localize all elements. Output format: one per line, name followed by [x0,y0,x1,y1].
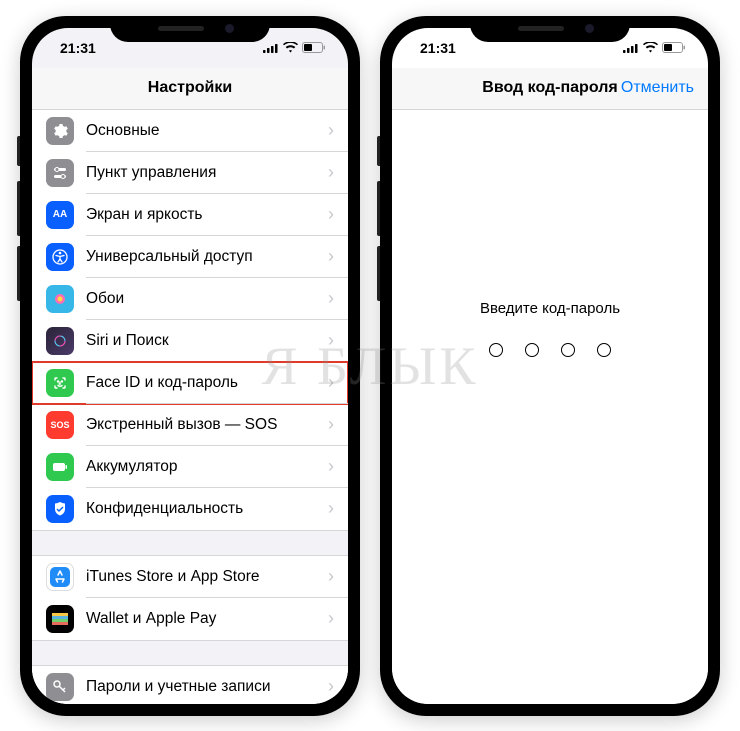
battery-icon [662,40,686,56]
row-label: Face ID и код-пароль [86,374,328,392]
settings-group-1: Основные › Пункт управления › AA Экран и… [32,110,348,531]
status-icons [263,40,326,56]
status-time: 21:31 [420,40,456,56]
row-battery[interactable]: Аккумулятор › [32,446,348,488]
chevron-right-icon: › [328,414,334,435]
row-faceid[interactable]: Face ID и код-пароль › [32,362,348,404]
chevron-right-icon: › [328,330,334,351]
row-general[interactable]: Основные › [32,110,348,152]
screen-right: 21:31 Ввод код-пароля Отменить Введите к… [392,28,708,704]
notch [470,16,630,42]
gear-icon [46,117,74,145]
sos-icon: SOS [46,411,74,439]
key-icon [46,673,74,701]
accessibility-icon [46,243,74,271]
passcode-content: Ввод код-пароля Отменить Введите код-пар… [392,68,708,704]
nav-header-settings: Настройки [32,68,348,110]
passcode-prompt: Введите код-пароль [392,300,708,317]
chevron-right-icon: › [328,498,334,519]
row-label: Экран и яркость [86,206,328,224]
chevron-right-icon: › [328,246,334,267]
passcode-dots[interactable] [392,343,708,357]
row-itunes[interactable]: iTunes Store и App Store › [32,556,348,598]
wallpaper-icon [46,285,74,313]
row-wallet[interactable]: Wallet и Apple Pay › [32,598,348,640]
row-wallpaper[interactable]: Обои › [32,278,348,320]
chevron-right-icon: › [328,120,334,141]
phone-left: 21:31 Настройки Основные › [20,16,360,716]
row-label: Конфиденциальность [86,500,328,518]
row-label: Экстренный вызов — SOS [86,416,328,434]
privacy-icon [46,495,74,523]
chevron-right-icon: › [328,162,334,183]
passcode-screen: Введите код-пароль [392,300,708,704]
nav-title: Ввод код-пароля [482,79,617,97]
passcode-dot [597,343,611,357]
chevron-right-icon: › [328,608,334,629]
chevron-right-icon: › [328,456,334,477]
battery-settings-icon [46,453,74,481]
passcode-dot [489,343,503,357]
battery-icon [302,40,326,56]
nav-header-passcode: Ввод код-пароля Отменить [392,68,708,110]
row-label: Основные [86,122,328,140]
row-label: iTunes Store и App Store [86,568,328,586]
phone-right: 21:31 Ввод код-пароля Отменить Введите к… [380,16,720,716]
chevron-right-icon: › [328,204,334,225]
status-time: 21:31 [60,40,96,56]
row-label: Siri и Поиск [86,332,328,350]
row-label: Универсальный доступ [86,248,328,266]
passcode-dot [561,343,575,357]
row-siri[interactable]: Siri и Поиск › [32,320,348,362]
wifi-icon [283,40,298,56]
faceid-icon [46,369,74,397]
row-label: Аккумулятор [86,458,328,476]
settings-group-3: Пароли и учетные записи › Почта › Контак… [32,665,348,704]
chevron-right-icon: › [328,566,334,587]
settings-list: Основные › Пункт управления › AA Экран и… [32,110,348,704]
signal-icon [623,40,639,56]
row-label: Обои [86,290,328,308]
chevron-right-icon: › [328,372,334,393]
row-control-center[interactable]: Пункт управления › [32,152,348,194]
siri-icon [46,327,74,355]
row-label: Wallet и Apple Pay [86,610,328,628]
cancel-button[interactable]: Отменить [621,79,694,97]
row-display[interactable]: AA Экран и яркость › [32,194,348,236]
row-label: Пароли и учетные записи [86,678,328,696]
chevron-right-icon: › [328,288,334,309]
chevron-right-icon: › [328,676,334,697]
row-sos[interactable]: SOS Экстренный вызов — SOS › [32,404,348,446]
settings-group-2: iTunes Store и App Store › Wallet и Appl… [32,555,348,641]
wifi-icon [643,40,658,56]
nav-title: Настройки [148,79,232,97]
row-accessibility[interactable]: Универсальный доступ › [32,236,348,278]
appstore-icon [46,563,74,591]
row-passwords[interactable]: Пароли и учетные записи › [32,666,348,704]
row-privacy[interactable]: Конфиденциальность › [32,488,348,530]
row-label: Пункт управления [86,164,328,182]
wallet-icon [46,605,74,633]
settings-content[interactable]: Настройки Основные › Пункт управления › [32,68,348,704]
passcode-dot [525,343,539,357]
notch [110,16,270,42]
signal-icon [263,40,279,56]
screen-left: 21:31 Настройки Основные › [32,28,348,704]
status-icons [623,40,686,56]
display-icon: AA [46,201,74,229]
control-center-icon [46,159,74,187]
